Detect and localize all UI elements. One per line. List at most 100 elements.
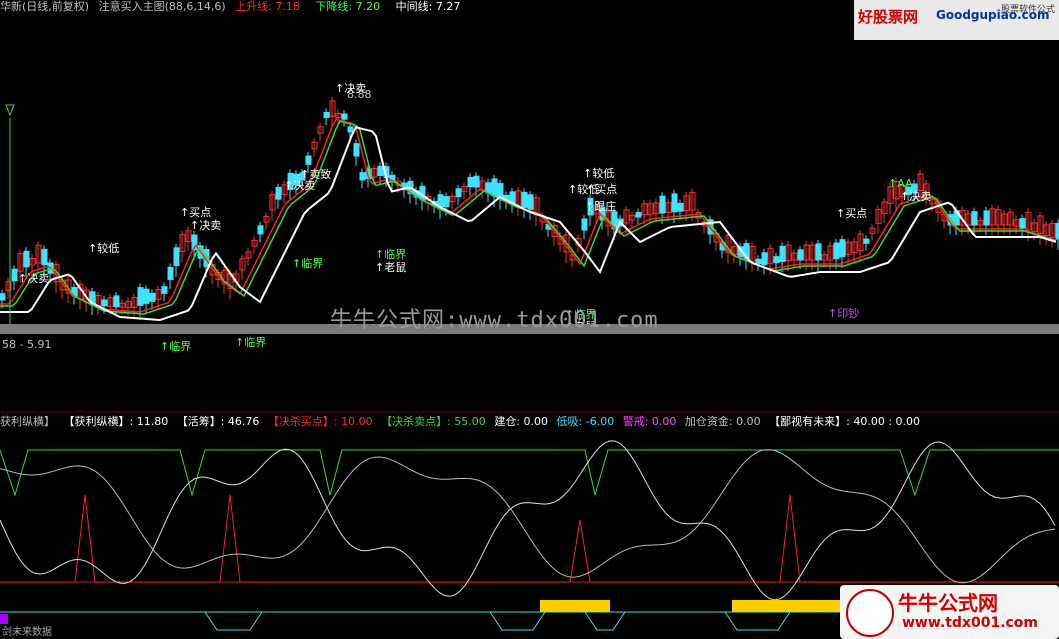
mid-line-value: 7.27 (435, 0, 461, 13)
indicator-header: 获利纵横】 【获利纵横】: 11.80 【活筹】: 46.76 【决杀买点】: … (0, 414, 1059, 430)
candle-body (773, 256, 780, 264)
candle-body (149, 292, 156, 302)
watermark-text: 牛牛公式网:www.tdx001.com (330, 308, 659, 333)
candle-body (467, 176, 474, 188)
future-trough (584, 611, 626, 631)
juesha-sell-line (0, 449, 1059, 497)
candle-body (455, 188, 462, 198)
huoli-line (0, 449, 1056, 584)
goodgupiao-logo: 好股票网 Goodgupiao.com 股票软件公式 (854, 0, 1059, 40)
candle-body (815, 243, 822, 261)
candle-body (521, 191, 528, 208)
signal-label: ↑临界 (235, 336, 267, 349)
candle-body (863, 238, 870, 244)
ind-dixi: 低吸: -6.00 (557, 415, 615, 428)
candle-body (797, 249, 804, 261)
candle-body (485, 182, 492, 194)
signal-label: ↑较低 (583, 167, 615, 180)
signal-label: ↑印钞 (828, 307, 860, 320)
candle-body (23, 250, 30, 268)
signal-label: ↑决卖 (900, 190, 932, 203)
ind-huochou-label: 【活筹】 (176, 415, 221, 428)
signal-label: ↑临界 (292, 257, 324, 270)
candle-body (491, 178, 498, 197)
down-line-label: 下降线: (315, 0, 353, 13)
indicator-name: 注意买入主图(88,6,14,6) (98, 0, 226, 13)
signal-label: ↑决卖 (190, 219, 222, 232)
candle-body (0, 293, 6, 301)
ind-juesha-buy: 【决杀买点】: 10.00 (268, 415, 373, 428)
ind-name: 获利纵横】 (0, 415, 55, 428)
ind-huochou-value: : 46.76 (220, 415, 260, 428)
tdx-logo-url: www.tdx001.com (902, 615, 1039, 631)
candle-body (971, 211, 978, 226)
future-bar (732, 600, 842, 612)
candle-body (671, 193, 678, 213)
stock-title: 华新(日线,前复权) (0, 0, 90, 13)
ind-jiacang: 加仓资金: 0.00 (684, 415, 761, 428)
signal-label: ↑决卖 (335, 82, 367, 95)
arrow-down-icon (5, 104, 15, 117)
ind-juesha-sell-label: 【决杀卖点】 (381, 415, 448, 428)
candle-body (167, 266, 174, 280)
ind-juesha-sell-value: : 55.00 (447, 415, 486, 428)
logo-brand: 好股票网 (858, 8, 919, 26)
future-trough (724, 611, 791, 631)
candle-body (11, 268, 18, 282)
ind-jingjie: 警戒: 0.00 (623, 415, 677, 428)
ind-dixi-label: 低吸: (556, 415, 583, 428)
signal-label: ↑临界 (160, 340, 192, 353)
signal-label: ↑买点 (836, 207, 868, 220)
candle-body (113, 295, 120, 308)
candle-body (833, 242, 840, 260)
candle-body (305, 155, 312, 165)
ind-huochou: 【活筹】: 46.76 (177, 415, 260, 428)
candle-body (581, 218, 588, 231)
signal-label: ↑卖致 (300, 168, 332, 181)
signal-label: ↑买点 (586, 183, 618, 196)
ind-juesha-sell: 【决杀卖点】: 55.00 (381, 415, 486, 428)
ind-jingjie-value: 0.00 (651, 415, 677, 428)
candle-body (353, 143, 360, 157)
candle-body (143, 288, 150, 304)
huochou-line (0, 440, 1056, 601)
candle-body (527, 194, 534, 210)
candle-body (1019, 218, 1026, 229)
candle-body (983, 210, 990, 226)
tdx-logo-title: 牛牛公式网 (898, 591, 998, 615)
chart-window: 华新(日线,前复权) 注意买入主图(88,6,14,6) 上升线: 7.18 下… (0, 0, 1059, 639)
ind-bishi: 【鄙视有未来】: 40.00 : 0.00 (769, 415, 921, 428)
low-range-label: 58 - 5.91 (2, 338, 52, 351)
down-line-value: 7.20 (355, 0, 381, 13)
future-trough (489, 611, 546, 631)
candle-body (341, 113, 348, 120)
candle-body (443, 196, 450, 208)
ind-jiancang: 建仓: 0.00 (494, 415, 549, 428)
signal-label: ↑跟庄 (585, 200, 617, 213)
candle-body (41, 248, 48, 266)
candle-body (161, 286, 168, 294)
ind-juesha-buy-value: : 10.00 (333, 415, 373, 428)
signal-label: ↑老鼠 (375, 261, 407, 274)
mid-line-label: 中间线: (395, 0, 433, 13)
ind-juesha-buy-label: 【决杀买点】 (267, 415, 334, 428)
ind-huoli: 【获利纵横】: 11.80 (64, 415, 169, 428)
candle-body (275, 186, 282, 200)
up-line-readout: 上升线: 7.18 (235, 0, 306, 13)
future-bar (540, 600, 610, 612)
tdx001-logo: 牛牛公式网 www.tdx001.com (840, 585, 1059, 639)
signal-label: ↑决卖 (18, 272, 50, 285)
down-line-readout: 下降线: 7.20 (315, 0, 386, 13)
up-line-value: 7.18 (275, 0, 300, 13)
candle-body (779, 245, 786, 263)
ind-huoli-label: 【获利纵横】 (63, 415, 130, 428)
cow-icon (846, 589, 894, 637)
candle-body (839, 239, 846, 258)
future-trough (204, 611, 263, 631)
ind-huoli-value: : 11.80 (129, 415, 169, 428)
candle-body (377, 165, 384, 177)
candle-body (635, 212, 642, 218)
up-line-label: 上升线: (235, 0, 272, 13)
logo-sub: 股票软件公式 (1000, 5, 1055, 15)
candle-body (755, 258, 762, 264)
